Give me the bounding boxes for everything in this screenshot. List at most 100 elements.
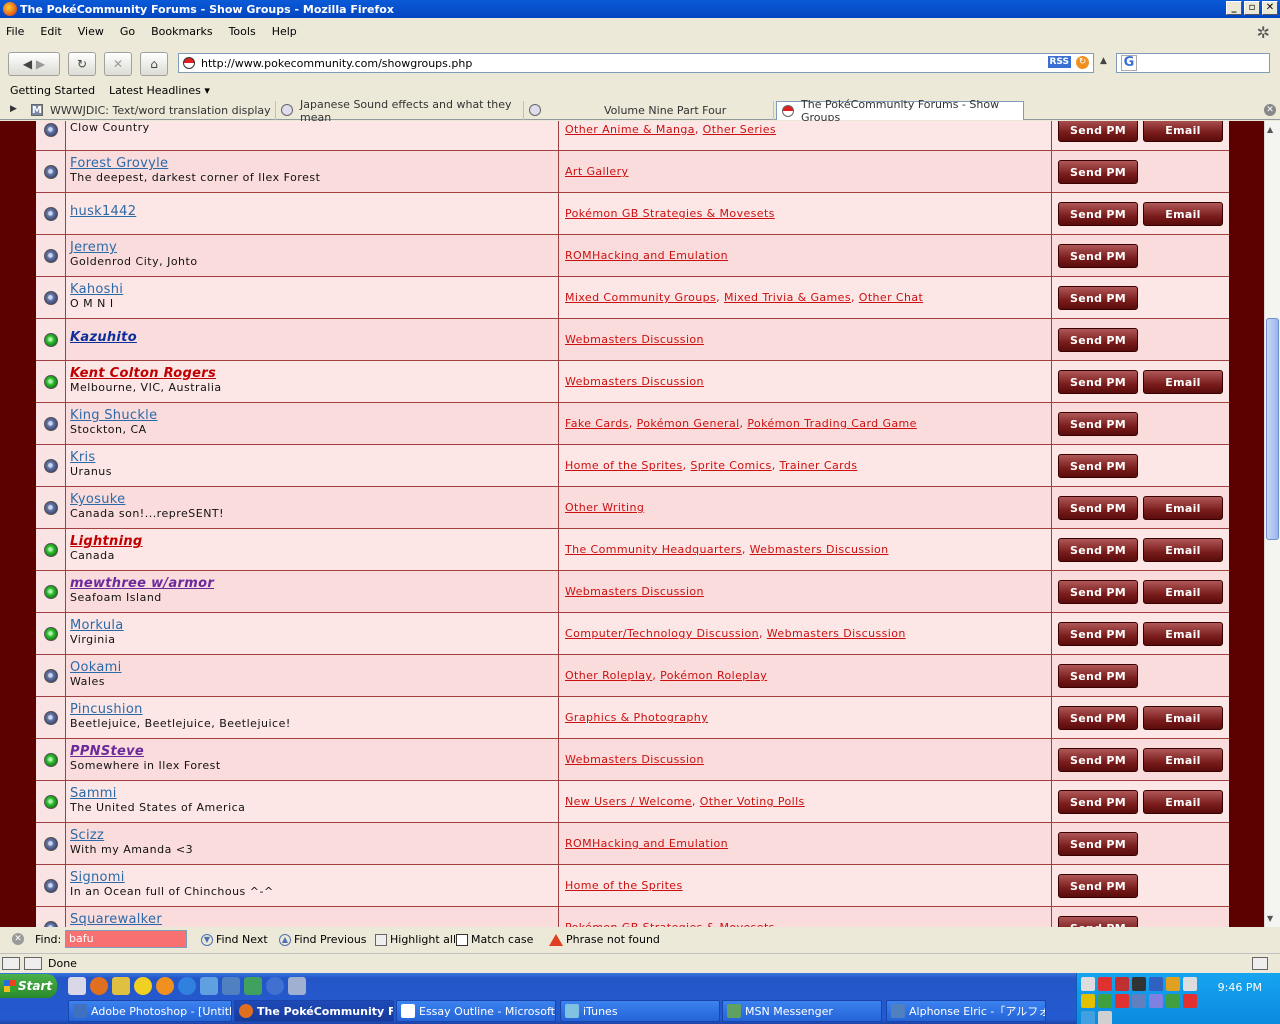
forum-link[interactable]: Webmasters Discussion	[565, 753, 704, 766]
rss-icon[interactable]: RSS	[1047, 56, 1071, 68]
member-name-link[interactable]: Kent Colton Rogers	[70, 367, 216, 381]
tray-app-icon[interactable]	[1081, 1011, 1095, 1024]
forum-link[interactable]: Mixed Community Groups	[565, 291, 716, 304]
email-button[interactable]: Email	[1143, 496, 1223, 520]
forum-link[interactable]: Pokémon General	[637, 417, 740, 430]
member-name-link[interactable]: Pincushion	[70, 703, 143, 717]
forum-link[interactable]: Webmasters Discussion	[565, 375, 704, 388]
menu-tools[interactable]: Tools	[229, 25, 256, 38]
member-name-link[interactable]: husk1442	[70, 205, 136, 219]
email-button[interactable]: Email	[1143, 538, 1223, 562]
forum-link[interactable]: Art Gallery	[565, 165, 628, 178]
forum-link[interactable]: Other Voting Polls	[700, 795, 805, 808]
send-pm-button[interactable]: Send PM	[1058, 121, 1138, 142]
task-firefox[interactable]: The PokéCommunity F...	[234, 1000, 394, 1022]
tray-app-icon[interactable]	[1166, 994, 1180, 1008]
forum-link[interactable]: Home of the Sprites	[565, 879, 683, 892]
member-name-link[interactable]: Morkula	[70, 619, 124, 633]
send-pm-button[interactable]: Send PM	[1058, 706, 1138, 730]
search-input[interactable]: G	[1116, 53, 1270, 73]
send-pm-button[interactable]: Send PM	[1058, 916, 1138, 927]
send-pm-button[interactable]: Send PM	[1058, 370, 1138, 394]
send-pm-button[interactable]: Send PM	[1058, 244, 1138, 268]
forum-link[interactable]: Computer/Technology Discussion	[565, 627, 759, 640]
forum-link[interactable]: Trainer Cards	[779, 459, 857, 472]
email-button[interactable]: Email	[1143, 748, 1223, 772]
bookmark-latest-headlines[interactable]: Latest Headlines ▾	[109, 84, 210, 97]
scroll-thumb[interactable]	[1266, 318, 1279, 540]
forum-link[interactable]: New Users / Welcome	[565, 795, 692, 808]
send-pm-button[interactable]: Send PM	[1058, 286, 1138, 310]
volume-icon[interactable]	[1081, 977, 1095, 991]
member-name-link[interactable]: Kyosuke	[70, 493, 125, 507]
tab-pokecommunity[interactable]: The PokéCommunity Forums - Show Groups	[776, 98, 1024, 124]
forum-link[interactable]: The Community Headquarters	[565, 543, 742, 556]
tray-app-icon[interactable]	[1115, 977, 1129, 991]
send-pm-button[interactable]: Send PM	[1058, 412, 1138, 436]
member-name-link[interactable]: Kris	[70, 451, 95, 465]
find-input[interactable]: bafu	[65, 930, 187, 948]
find-next-button[interactable]: ▼ Find Next	[201, 933, 268, 946]
email-button[interactable]: Email	[1143, 706, 1223, 730]
forum-link[interactable]: Mixed Trivia & Games	[724, 291, 851, 304]
forum-link[interactable]: Pokémon Roleplay	[660, 669, 767, 682]
tray-app-icon[interactable]	[1098, 994, 1112, 1008]
tool-icon[interactable]	[288, 977, 306, 995]
tray-app-icon[interactable]	[1149, 994, 1163, 1008]
firefox-icon[interactable]	[90, 977, 108, 995]
send-pm-button[interactable]: Send PM	[1058, 622, 1138, 646]
notes-icon[interactable]	[112, 977, 130, 995]
forum-link[interactable]: Other Anime & Manga	[565, 123, 695, 136]
maximize-button[interactable]: ▫	[1244, 1, 1260, 15]
email-button[interactable]: Email	[1143, 622, 1223, 646]
forum-link[interactable]: Pokémon Trading Card Game	[747, 417, 916, 430]
menu-help[interactable]: Help	[272, 25, 297, 38]
music-icon[interactable]	[244, 977, 262, 995]
reload-button[interactable]: ↻	[68, 52, 96, 76]
email-button[interactable]: Email	[1143, 370, 1223, 394]
forum-link[interactable]: Sprite Comics	[690, 459, 771, 472]
match-case-checkbox[interactable]: Match case	[456, 933, 533, 946]
member-name-link[interactable]: Forest Grovyle	[70, 157, 168, 171]
member-name-link[interactable]: Ookami	[70, 661, 122, 675]
tray-app-icon[interactable]	[1115, 994, 1129, 1008]
tab-volume-nine[interactable]: Volume Nine Part Four	[524, 101, 774, 120]
menu-bookmarks[interactable]: Bookmarks	[151, 25, 212, 38]
forum-link[interactable]: Fake Cards	[565, 417, 629, 430]
network-icon[interactable]	[1149, 977, 1163, 991]
task-itunes[interactable]: iTunes	[560, 1000, 720, 1022]
scroll-up-icon[interactable]: ▲	[1267, 125, 1273, 134]
globe-icon[interactable]	[266, 977, 284, 995]
send-pm-button[interactable]: Send PM	[1058, 496, 1138, 520]
tab-wwwjdic[interactable]: M WWWJDIC: Text/word translation display	[26, 101, 276, 120]
forum-link[interactable]: Webmasters Discussion	[750, 543, 889, 556]
member-name-link[interactable]: PPNSteve	[70, 745, 144, 759]
forum-link[interactable]: Home of the Sprites	[565, 459, 683, 472]
forum-link[interactable]: ROMHacking and Emulation	[565, 837, 728, 850]
close-findbar-icon[interactable]: ✕	[12, 933, 24, 945]
tab-scroll-arrow-icon[interactable]: ▶	[10, 104, 17, 114]
member-name-link[interactable]: Sammi	[70, 787, 117, 801]
tab-japanese-sfx[interactable]: Japanese Sound effects and what they mea…	[276, 98, 524, 124]
back-forward-button[interactable]: ◀ ▶	[8, 52, 60, 76]
messenger-icon[interactable]	[222, 977, 240, 995]
forum-link[interactable]: Webmasters Discussion	[767, 627, 906, 640]
tray-app-icon[interactable]	[1132, 994, 1146, 1008]
send-pm-button[interactable]: Send PM	[1058, 664, 1138, 688]
menu-view[interactable]: View	[78, 25, 104, 38]
email-button[interactable]: Email	[1143, 202, 1223, 226]
task-word[interactable]: Essay Outline - Microsoft ...	[396, 1000, 556, 1022]
zonealarm-icon[interactable]	[1081, 994, 1095, 1008]
close-tab-icon[interactable]: ✕	[1264, 104, 1276, 116]
member-name-link[interactable]: Signomi	[70, 871, 125, 885]
start-button[interactable]: Start	[0, 974, 57, 998]
forum-link[interactable]: Other Series	[703, 123, 776, 136]
forum-link[interactable]: Webmasters Discussion	[565, 585, 704, 598]
member-name-link[interactable]: Kazuhito	[70, 331, 137, 345]
task-photoshop[interactable]: Adobe Photoshop - [Untitl...	[68, 1000, 232, 1022]
forum-link[interactable]: Other Roleplay	[565, 669, 652, 682]
send-pm-button[interactable]: Send PM	[1058, 202, 1138, 226]
send-pm-button[interactable]: Send PM	[1058, 874, 1138, 898]
member-name-link[interactable]: Kahoshi	[70, 283, 123, 297]
search-engine-dropdown-icon[interactable]: ▲	[1100, 56, 1107, 66]
